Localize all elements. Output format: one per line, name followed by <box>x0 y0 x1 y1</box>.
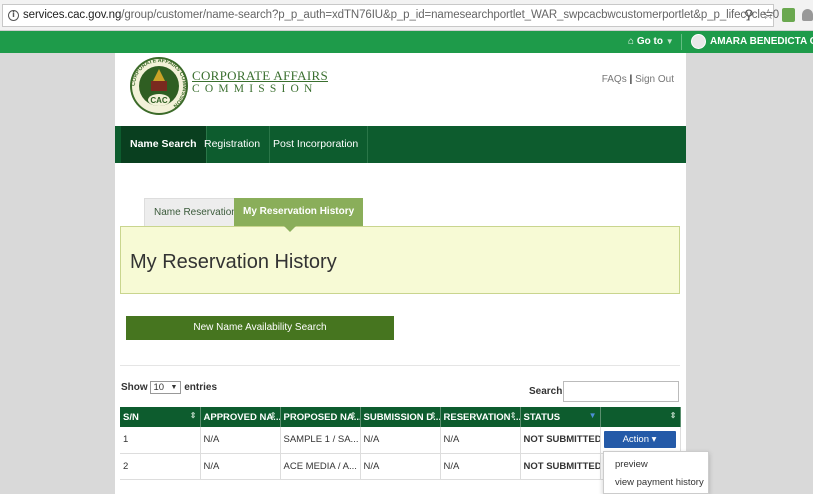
extension-icon-2[interactable] <box>802 9 813 21</box>
col-header-action[interactable]: ⇕ <box>600 407 681 427</box>
nav-item-name-search[interactable]: Name Search <box>121 126 207 163</box>
caret-down-icon: ▼ <box>665 37 674 46</box>
table-search-input[interactable] <box>563 381 679 402</box>
tab-my-reservation-history[interactable]: My Reservation History <box>234 198 364 226</box>
cell-status: NOT SUBMITTED <box>520 453 601 480</box>
menu-item-preview[interactable]: preview <box>615 459 648 470</box>
col-header-reservation[interactable]: RESERVATION ... ⇕ <box>440 407 521 427</box>
cac-logo[interactable]: CORPORATE AFFAIRS COMMISSION CAC <box>129 55 189 117</box>
sort-icon: ⇕ <box>189 411 197 420</box>
user-name[interactable]: AMARA BENEDICTA OKAF <box>710 36 813 47</box>
tab-pointer <box>284 226 296 232</box>
table-row: 1 N/A SAMPLE 1 / SA... N/A N/A NOT SUBMI… <box>120 427 681 454</box>
url-host: services.cac.gov.ng <box>23 9 122 21</box>
show-entries-control: Show 10 ▼ entries <box>121 381 217 394</box>
caret-down-icon: ▼ <box>170 384 178 391</box>
cell-approved-name: N/A <box>200 427 281 454</box>
col-header-label: APPROVED NA... <box>203 411 280 423</box>
faqs-link[interactable]: FAQs <box>602 74 627 85</box>
logo-subtitle: COMMISSION <box>192 83 318 95</box>
reservation-table: S/N ⇕ APPROVED NA... ⇕ PROPOSED NA... ⇕ SUB… <box>120 407 681 480</box>
header-links: FAQs | Sign Out <box>602 74 674 85</box>
table-row: 2 N/A ACE MEDIA / A... N/A N/A NOT SUBMI… <box>120 453 681 480</box>
top-utility-bar: ⌂ Go to ▼ AMARA BENEDICTA OKAF <box>0 31 813 53</box>
col-header-approved-name[interactable]: APPROVED NA... ⇕ <box>200 407 281 427</box>
sort-icon: ⇕ <box>509 411 517 420</box>
cell-sn: 2 <box>120 453 201 480</box>
menu-item-view-payment-history[interactable]: view payment history <box>615 477 704 488</box>
page-title-panel: My Reservation History <box>120 226 680 294</box>
col-header-label: PROPOSED NA... <box>283 411 360 423</box>
cell-approved-name: N/A <box>200 453 281 480</box>
entries-select[interactable]: 10 ▼ <box>150 381 182 394</box>
action-dropdown-button[interactable]: Action ▾ <box>603 431 676 449</box>
sort-icon: ⇕ <box>669 411 677 420</box>
divider <box>681 34 682 50</box>
cell-submission-date: N/A <box>360 427 441 454</box>
zoom-icon[interactable]: ⚲ <box>744 8 754 23</box>
cell-sn: 1 <box>120 427 201 454</box>
sort-active-icon: ▼ <box>588 411 597 420</box>
main-nav: Name Search Registration Post Incorporat… <box>115 126 686 163</box>
goto-label: Go to <box>636 36 663 47</box>
nav-item-post-incorporation[interactable]: Post Incorporation <box>264 126 369 163</box>
link-separator: | <box>629 74 633 85</box>
col-header-status[interactable]: STATUS ▼ <box>520 407 601 427</box>
cell-action: Action ▾ <box>600 427 681 454</box>
cell-proposed-name: SAMPLE 1 / SA... <box>280 427 361 454</box>
col-header-label: RESERVATION ... <box>443 411 520 423</box>
signout-link[interactable]: Sign Out <box>635 74 674 85</box>
action-dropdown-menu: preview view payment history <box>603 451 709 494</box>
home-icon: ⌂ <box>628 36 635 47</box>
page-container: CORPORATE AFFAIRS COMMISSION CAC CORPORA… <box>115 53 709 494</box>
sort-icon: ⇕ <box>349 411 357 420</box>
browser-toolbar: i services.cac.gov.ng/group/customer/nam… <box>0 0 813 31</box>
search-label: Search: <box>529 386 566 397</box>
avatar[interactable] <box>691 34 706 49</box>
extension-icon[interactable] <box>782 8 795 22</box>
col-header-sn[interactable]: S/N ⇕ <box>120 407 201 427</box>
new-name-search-button[interactable]: New Name Availability Search <box>126 316 394 340</box>
address-bar[interactable]: i services.cac.gov.ng/group/customer/nam… <box>2 4 779 27</box>
table-header-row: S/N ⇕ APPROVED NA... ⇕ PROPOSED NA... ⇕ SUB… <box>120 407 681 427</box>
sort-icon: ⇕ <box>269 411 277 420</box>
entries-value: 10 <box>153 382 165 393</box>
logo-badge-text: CAC <box>150 96 168 105</box>
divider <box>120 365 680 366</box>
info-icon[interactable]: i <box>8 10 19 21</box>
cell-reservation: N/A <box>440 453 521 480</box>
col-header-label: S/N <box>123 411 139 423</box>
col-header-label: SUBMISSION D... <box>363 411 440 423</box>
nav-item-registration[interactable]: Registration <box>195 126 271 163</box>
col-header-submission-date[interactable]: SUBMISSION D... ⇕ <box>360 407 441 427</box>
col-header-label: STATUS <box>523 411 561 423</box>
tab-name-reservation[interactable]: Name Reservation <box>144 198 247 226</box>
url-path: /group/customer/name-search?p_p_auth=xdT… <box>121 9 780 21</box>
page-title: My Reservation History <box>130 251 337 273</box>
goto-menu[interactable]: ⌂ Go to ▼ <box>628 36 674 47</box>
entries-label: entries <box>184 382 218 394</box>
show-label: Show <box>121 382 148 394</box>
cell-reservation: N/A <box>440 427 521 454</box>
url-text[interactable]: services.cac.gov.ng/group/customer/name-… <box>23 9 779 21</box>
sort-icon: ⇕ <box>429 411 437 420</box>
logo-title[interactable]: CORPORATE AFFAIRS <box>192 68 328 84</box>
cell-submission-date: N/A <box>360 453 441 480</box>
col-header-proposed-name[interactable]: PROPOSED NA... ⇕ <box>280 407 361 427</box>
cell-proposed-name: ACE MEDIA / A... <box>280 453 361 480</box>
cell-status: NOT SUBMITTED <box>520 427 601 454</box>
bookmark-star-icon[interactable]: ☆ <box>762 7 775 23</box>
